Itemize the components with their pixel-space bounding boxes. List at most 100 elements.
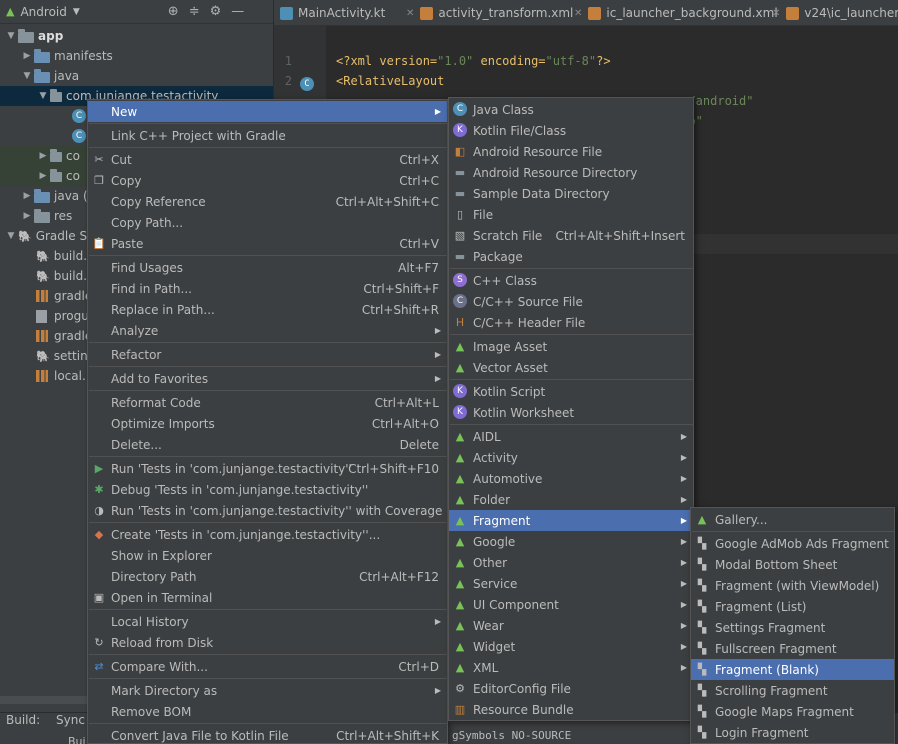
- menu-item[interactable]: Optimize Imports Ctrl+Alt+O: [88, 413, 447, 434]
- menu-item[interactable]: C Java Class: [449, 99, 693, 120]
- collapsed-arrow-icon[interactable]: ▶: [20, 191, 34, 201]
- editor-tab[interactable]: ✕ activity_transform.xml: [406, 0, 573, 25]
- menu-item[interactable]: ▥ Resource Bundle: [449, 699, 693, 720]
- close-icon[interactable]: ✕: [406, 8, 414, 19]
- gear-icon[interactable]: ⚙: [210, 4, 222, 19]
- menu-item[interactable]: ▲ Widget ▶: [449, 636, 693, 657]
- menu-item[interactable]: 📋 Paste Ctrl+V: [88, 233, 447, 254]
- project-view-selector[interactable]: Android: [20, 5, 66, 19]
- menu-item[interactable]: ▚ Google AdMob Ads Fragment: [691, 533, 894, 554]
- menu-item[interactable]: C C/C++ Source File: [449, 291, 693, 312]
- menu-item[interactable]: ▲ Activity ▶: [449, 447, 693, 468]
- menu-item[interactable]: ▶ Run 'Tests in 'com.junjange.testactivit…: [88, 458, 447, 479]
- menu-item[interactable]: Mark Directory as ▶: [88, 680, 447, 701]
- tree-item[interactable]: ▶ manifests: [0, 46, 273, 66]
- expanded-arrow-icon[interactable]: ▼: [4, 231, 18, 241]
- menu-item[interactable]: ▲ Image Asset: [449, 336, 693, 357]
- menu-item[interactable]: ▲ AIDL ▶: [449, 426, 693, 447]
- menu-item[interactable]: Add to Favorites ▶: [88, 368, 447, 389]
- menu-item[interactable]: Link C++ Project with Gradle: [88, 125, 447, 146]
- menu-item[interactable]: ▲ Fragment ▶: [449, 510, 693, 531]
- menu-item[interactable]: Remove BOM: [88, 701, 447, 722]
- menu-item[interactable]: ▬ Android Resource Directory: [449, 162, 693, 183]
- menu-item[interactable]: ▯ File: [449, 204, 693, 225]
- collapsed-arrow-icon[interactable]: ▶: [36, 151, 50, 161]
- menu-item[interactable]: K Kotlin File/Class: [449, 120, 693, 141]
- menu-item[interactable]: ◧ Android Resource File: [449, 141, 693, 162]
- menu-item[interactable]: ▚ Google Maps Fragment: [691, 701, 894, 722]
- collapsed-arrow-icon[interactable]: ▶: [20, 51, 34, 61]
- menu-item[interactable]: Copy Path...: [88, 212, 447, 233]
- menu-item[interactable]: Analyze ▶: [88, 320, 447, 341]
- package-icon: [50, 169, 62, 182]
- tree-item[interactable]: ▼ java: [0, 66, 273, 86]
- menu-item[interactable]: ▧ Scratch File Ctrl+Alt+Shift+Insert: [449, 225, 693, 246]
- menu-item[interactable]: Directory Path Ctrl+Alt+F12: [88, 566, 447, 587]
- editor-tab[interactable]: ✕ v24\ic_launcher_fo: [772, 0, 898, 25]
- menu-item[interactable]: Reformat Code Ctrl+Alt+L: [88, 392, 447, 413]
- expanded-arrow-icon[interactable]: ▼: [4, 31, 18, 41]
- minimize-icon[interactable]: —: [231, 4, 244, 19]
- menu-item[interactable]: Delete... Delete: [88, 434, 447, 455]
- menu-item[interactable]: Find Usages Alt+F7: [88, 257, 447, 278]
- menu-item[interactable]: Find in Path... Ctrl+Shift+F: [88, 278, 447, 299]
- menu-item[interactable]: Local History ▶: [88, 611, 447, 632]
- menu-item[interactable]: ▲ Other ▶: [449, 552, 693, 573]
- chevron-down-icon[interactable]: ▼: [73, 7, 80, 17]
- menu-item[interactable]: ⇄ Compare With... Ctrl+D: [88, 656, 447, 677]
- editor-tab[interactable]: ✕ ic_launcher_background.xml: [574, 0, 778, 25]
- menu-item[interactable]: K Kotlin Script: [449, 381, 693, 402]
- build-tab[interactable]: Build:: [6, 713, 40, 727]
- menu-item[interactable]: Copy Reference Ctrl+Alt+Shift+C: [88, 191, 447, 212]
- menu-item[interactable]: ▚ Settings Fragment: [691, 617, 894, 638]
- menu-item[interactable]: ◆ Create 'Tests in 'com.junjange.testacti…: [88, 524, 447, 545]
- menu-separator: [89, 147, 448, 148]
- close-icon[interactable]: ✕: [574, 8, 582, 19]
- menu-item[interactable]: S C++ Class: [449, 270, 693, 291]
- menu-item[interactable]: ▚ Modal Bottom Sheet: [691, 554, 894, 575]
- collapsed-arrow-icon[interactable]: ▶: [20, 211, 34, 221]
- menu-item[interactable]: Replace in Path... Ctrl+Shift+R: [88, 299, 447, 320]
- menu-item[interactable]: ✱ Debug 'Tests in 'com.junjange.testactiv…: [88, 479, 447, 500]
- menu-item[interactable]: ❐ Copy Ctrl+C: [88, 170, 447, 191]
- menu-item[interactable]: ▲ UI Component ▶: [449, 594, 693, 615]
- menu-item[interactable]: Show in Explorer: [88, 545, 447, 566]
- menu-item[interactable]: ⚙ EditorConfig File: [449, 678, 693, 699]
- menu-item[interactable]: ▚ Fragment (Blank): [691, 659, 894, 680]
- close-icon[interactable]: ✕: [772, 8, 780, 19]
- menu-item[interactable]: ↻ Reload from Disk: [88, 632, 447, 653]
- build-output-tab[interactable]: Bui: [68, 735, 86, 744]
- menu-item[interactable]: ▲ XML ▶: [449, 657, 693, 678]
- menu-item[interactable]: Refactor ▶: [88, 344, 447, 365]
- menu-item[interactable]: ▲ Vector Asset: [449, 357, 693, 378]
- menu-item[interactable]: ▬ Package: [449, 246, 693, 267]
- menu-item[interactable]: ▚ Fullscreen Fragment: [691, 638, 894, 659]
- expanded-arrow-icon[interactable]: ▼: [20, 71, 34, 81]
- menu-item[interactable]: Convert Java File to Kotlin File Ctrl+Alt…: [88, 725, 447, 744]
- menu-item[interactable]: ✂ Cut Ctrl+X: [88, 149, 447, 170]
- tree-item[interactable]: ▼ app: [0, 26, 273, 46]
- collapse-icon[interactable]: ≑: [189, 4, 200, 19]
- menu-item[interactable]: ▚ Fragment (List): [691, 596, 894, 617]
- menu-item[interactable]: H C/C++ Header File: [449, 312, 693, 333]
- menu-item[interactable]: New ▶: [88, 101, 447, 122]
- menu-item[interactable]: ▲ Automotive ▶: [449, 468, 693, 489]
- sync-tab[interactable]: Sync: [56, 713, 85, 727]
- expanded-arrow-icon[interactable]: ▼: [36, 91, 50, 101]
- menu-item[interactable]: ▲ Google ▶: [449, 531, 693, 552]
- menu-item[interactable]: ▲ Service ▶: [449, 573, 693, 594]
- crosshair-icon[interactable]: ⊕: [168, 4, 179, 19]
- menu-item[interactable]: ▚ Login Fragment: [691, 722, 894, 743]
- menu-item[interactable]: ▲ Gallery...: [691, 509, 894, 530]
- menu-item[interactable]: ▬ Sample Data Directory: [449, 183, 693, 204]
- menu-item[interactable]: ▲ Folder ▶: [449, 489, 693, 510]
- menu-item[interactable]: ▚ Fragment (with ViewModel): [691, 575, 894, 596]
- menu-item[interactable]: ▚ Scrolling Fragment: [691, 680, 894, 701]
- menu-item[interactable]: ◑ Run 'Tests in 'com.junjange.testactivit…: [88, 500, 447, 521]
- collapsed-arrow-icon[interactable]: ▶: [36, 171, 50, 181]
- menu-item[interactable]: ▲ Wear ▶: [449, 615, 693, 636]
- menu-item[interactable]: K Kotlin Worksheet: [449, 402, 693, 423]
- editor-tab[interactable]: MainActivity.kt: [280, 0, 385, 25]
- menu-item[interactable]: ▣ Open in Terminal: [88, 587, 447, 608]
- class-gutter-icon[interactable]: C: [300, 77, 314, 91]
